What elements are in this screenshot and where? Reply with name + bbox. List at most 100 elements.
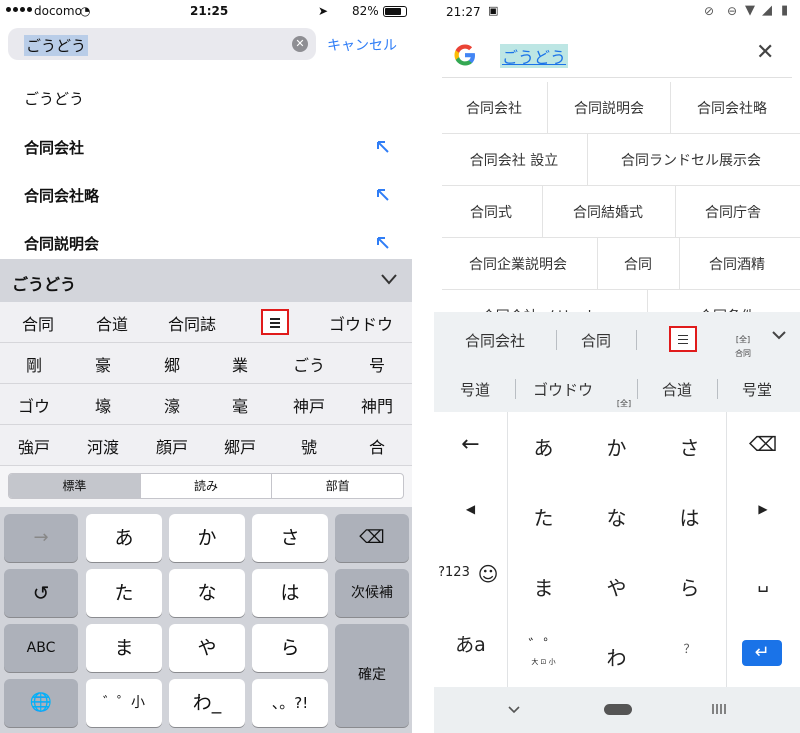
- enter-key[interactable]: ↵: [742, 640, 782, 666]
- suggestion-chip[interactable]: 合同ランドセル展示会: [621, 150, 761, 170]
- candidate[interactable]: ゴウドウ: [533, 379, 593, 400]
- cancel-button[interactable]: キャンセル: [327, 35, 397, 55]
- candidate[interactable]: 豪: [95, 352, 111, 376]
- abc-key[interactable]: ABC: [4, 624, 78, 672]
- key-a[interactable]: あ: [507, 432, 580, 461]
- chevron-down-icon[interactable]: [381, 273, 397, 285]
- key-ma[interactable]: ま: [507, 572, 580, 601]
- clear-icon[interactable]: ✕: [292, 36, 308, 52]
- arrow-right-key[interactable]: →: [4, 514, 78, 562]
- candidate[interactable]: 顔戸: [156, 434, 188, 458]
- candidate[interactable]: 郷戸: [224, 434, 256, 458]
- candidate[interactable]: ごう: [293, 352, 325, 376]
- candidate[interactable]: 合道: [96, 311, 128, 335]
- globe-icon[interactable]: 🌐: [4, 679, 78, 727]
- key-ka[interactable]: か: [169, 514, 245, 562]
- menu-icon[interactable]: [669, 326, 697, 352]
- candidate[interactable]: 河渡: [87, 434, 119, 458]
- key-ha[interactable]: は: [252, 569, 328, 617]
- suggestion-chip[interactable]: 合同: [624, 254, 652, 274]
- suggestion-chip[interactable]: 合同説明会: [574, 98, 644, 118]
- key-ta[interactable]: た: [86, 569, 162, 617]
- suggestion-chip[interactable]: 合同企業説明会: [469, 254, 567, 274]
- candidate[interactable]: 壕: [95, 393, 111, 417]
- key-sa[interactable]: さ: [252, 514, 328, 562]
- candidate[interactable]: 合: [369, 434, 385, 458]
- key-wa[interactable]: わ: [580, 642, 653, 671]
- candidate[interactable]: 神門: [361, 393, 393, 417]
- candidate[interactable]: 合同: [22, 311, 54, 335]
- suggestion-chip[interactable]: 合同会社 設立: [470, 150, 558, 170]
- menu-icon[interactable]: [261, 309, 289, 335]
- candidate[interactable]: 合同: [581, 330, 611, 351]
- key-ka[interactable]: か: [580, 432, 653, 461]
- expand-chevron-icon[interactable]: [772, 330, 786, 340]
- backspace-key[interactable]: ⌫: [335, 514, 409, 562]
- key-sa[interactable]: さ: [653, 432, 726, 461]
- suggestion-chip[interactable]: 合同結婚式: [573, 202, 643, 222]
- fill-query-arrow-icon[interactable]: [376, 140, 390, 154]
- key-ra[interactable]: ら: [252, 624, 328, 672]
- key-a[interactable]: あ: [86, 514, 162, 562]
- fill-query-arrow-icon[interactable]: [376, 188, 390, 202]
- emoji-icon[interactable]: ☺: [474, 562, 502, 586]
- candidate[interactable]: 合同誌: [168, 311, 216, 335]
- space-key[interactable]: ␣: [726, 572, 800, 593]
- key-na[interactable]: な: [169, 569, 245, 617]
- search-input[interactable]: ごうどう ✕: [8, 28, 316, 60]
- key-ra[interactable]: ら: [653, 572, 726, 601]
- key-ta[interactable]: た: [507, 502, 580, 531]
- cursor-left-key[interactable]: ←: [434, 432, 507, 457]
- candidate[interactable]: 合同会社: [465, 330, 525, 351]
- candidate[interactable]: 号: [369, 352, 385, 376]
- key-ha[interactable]: は: [653, 502, 726, 531]
- candidate[interactable]: 號: [301, 434, 317, 458]
- candidate[interactable]: 号道: [460, 379, 490, 400]
- candidate[interactable]: 毫: [232, 393, 248, 417]
- confirm-key[interactable]: 確定: [335, 624, 409, 727]
- home-pill-icon[interactable]: [604, 704, 632, 715]
- candidate[interactable]: ゴウ: [18, 393, 50, 417]
- candidate[interactable]: 合同: [735, 348, 751, 359]
- keyboard-switch-icon[interactable]: [712, 704, 726, 714]
- dakuten-key[interactable]: ゛゜: [507, 634, 580, 655]
- symbols-key[interactable]: ?123: [434, 565, 474, 580]
- result-item[interactable]: 合同会社略: [24, 185, 99, 206]
- input-mode-key[interactable]: あa: [434, 630, 507, 657]
- arrow-left-key[interactable]: ◀: [434, 502, 507, 516]
- tab-radical[interactable]: 部首: [272, 474, 403, 498]
- key-ma[interactable]: ま: [86, 624, 162, 672]
- suggestion-chip[interactable]: 合同酒精: [709, 254, 765, 274]
- suggestion-chip[interactable]: 合同式: [470, 202, 512, 222]
- result-item[interactable]: 合同説明会: [24, 233, 99, 254]
- tab-standard[interactable]: 標準: [9, 474, 141, 498]
- next-candidate-key[interactable]: 次候補: [335, 569, 409, 617]
- close-icon[interactable]: ✕: [756, 40, 774, 65]
- candidate[interactable]: 神戸: [293, 393, 325, 417]
- result-item[interactable]: ごうどう: [24, 88, 84, 109]
- result-item[interactable]: 合同会社: [24, 137, 84, 158]
- key-ya[interactable]: や: [169, 624, 245, 672]
- undo-key[interactable]: ↺: [4, 569, 78, 617]
- tab-reading[interactable]: 読み: [141, 474, 273, 498]
- key-ya[interactable]: や: [580, 572, 653, 601]
- suggestion-chip[interactable]: 合同会社: [466, 98, 522, 118]
- search-query[interactable]: ごうどう: [500, 44, 569, 68]
- punctuation-key[interactable]: ？: [653, 640, 726, 657]
- candidate[interactable]: 業: [232, 352, 248, 376]
- dakuten-key[interactable]: ゛゜小: [86, 679, 162, 727]
- key-na[interactable]: な: [580, 502, 653, 531]
- candidate[interactable]: 剛: [26, 352, 42, 376]
- arrow-right-key[interactable]: ▶: [726, 502, 800, 516]
- key-wa[interactable]: わ_: [169, 679, 245, 727]
- candidate[interactable]: ゴウドウ: [329, 311, 393, 335]
- candidate[interactable]: 濠: [164, 393, 180, 417]
- suggestion-chip[interactable]: 合同会社略: [697, 98, 767, 118]
- backspace-key[interactable]: ⌫: [726, 432, 800, 456]
- suggestion-chip[interactable]: 合同庁舎: [705, 202, 761, 222]
- candidate[interactable]: 合道: [662, 379, 692, 400]
- candidate[interactable]: 号堂: [742, 379, 772, 400]
- hide-keyboard-icon[interactable]: [508, 706, 520, 714]
- candidate[interactable]: 強戸: [18, 434, 50, 458]
- fill-query-arrow-icon[interactable]: [376, 236, 390, 250]
